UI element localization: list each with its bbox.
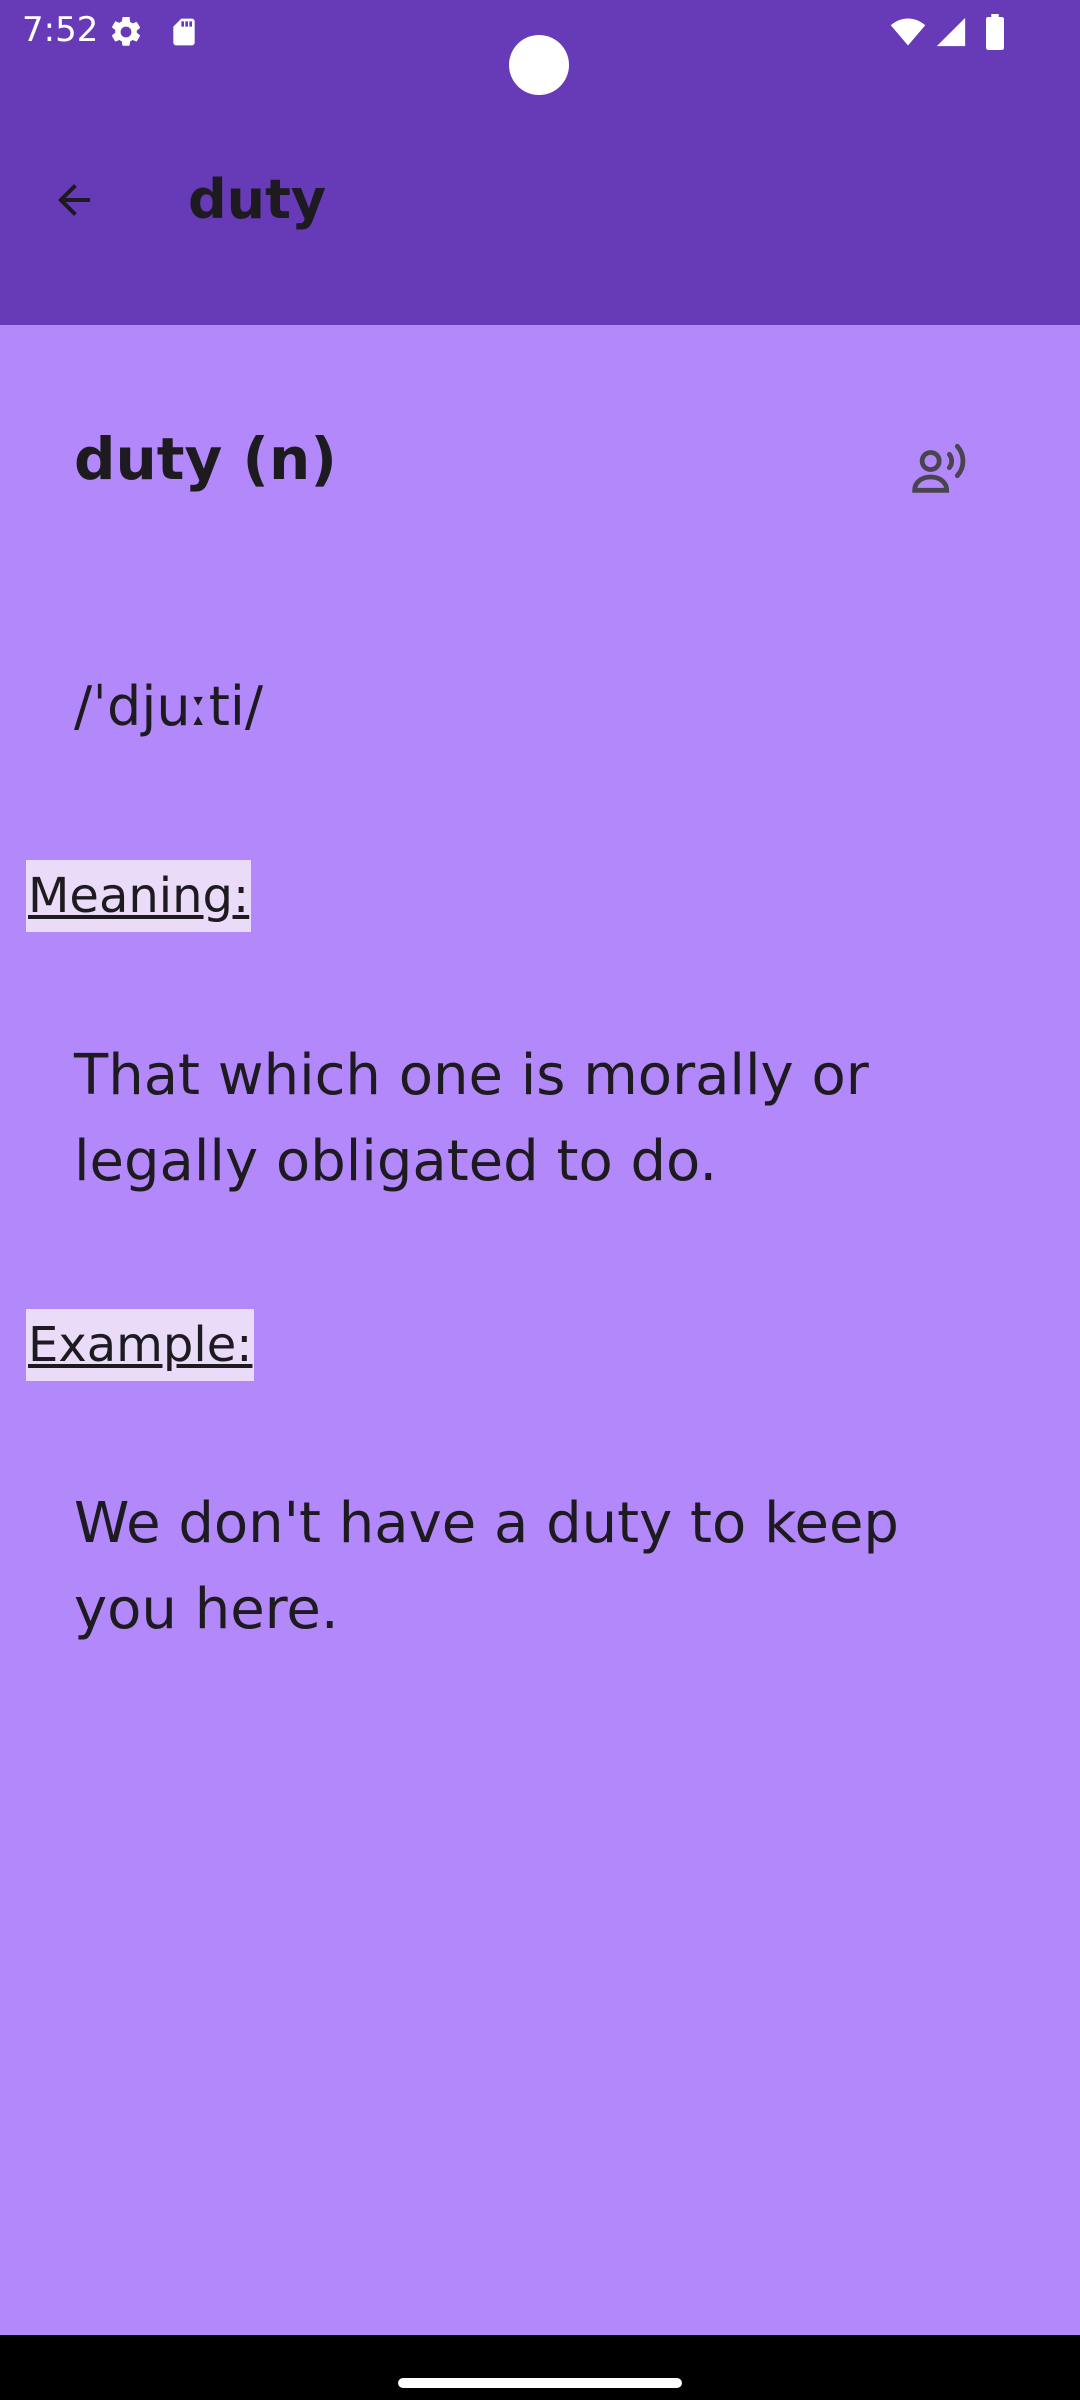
phonetic-transcription: /ˈdjuːti/ <box>74 675 264 738</box>
meaning-label: Meaning: <box>26 860 252 932</box>
battery-icon <box>984 14 1006 54</box>
app-bar: duty <box>0 64 1080 325</box>
sd-card-icon <box>168 14 200 54</box>
word-detail: duty (n) /ˈdjuːti/ Meaning: That which o… <box>0 325 1080 2335</box>
word-heading: duty (n) <box>74 425 337 493</box>
example-label: Example: <box>26 1309 255 1381</box>
page-title: duty <box>188 168 327 231</box>
back-button[interactable] <box>34 160 114 240</box>
settings-icon <box>108 14 144 54</box>
arrow-back-icon <box>58 184 90 216</box>
speak-button[interactable] <box>900 429 980 509</box>
home-gesture-handle[interactable] <box>398 2378 682 2388</box>
record-voice-icon <box>912 443 966 493</box>
wifi-icon <box>888 14 928 54</box>
signal-icon <box>934 14 968 54</box>
status-time: 7:52 <box>22 10 99 50</box>
meaning-text: That which one is morally or legally obl… <box>74 1043 869 1194</box>
example-text: We don't have a duty to keep you here. <box>74 1491 899 1642</box>
navigation-bar <box>0 2335 1080 2400</box>
